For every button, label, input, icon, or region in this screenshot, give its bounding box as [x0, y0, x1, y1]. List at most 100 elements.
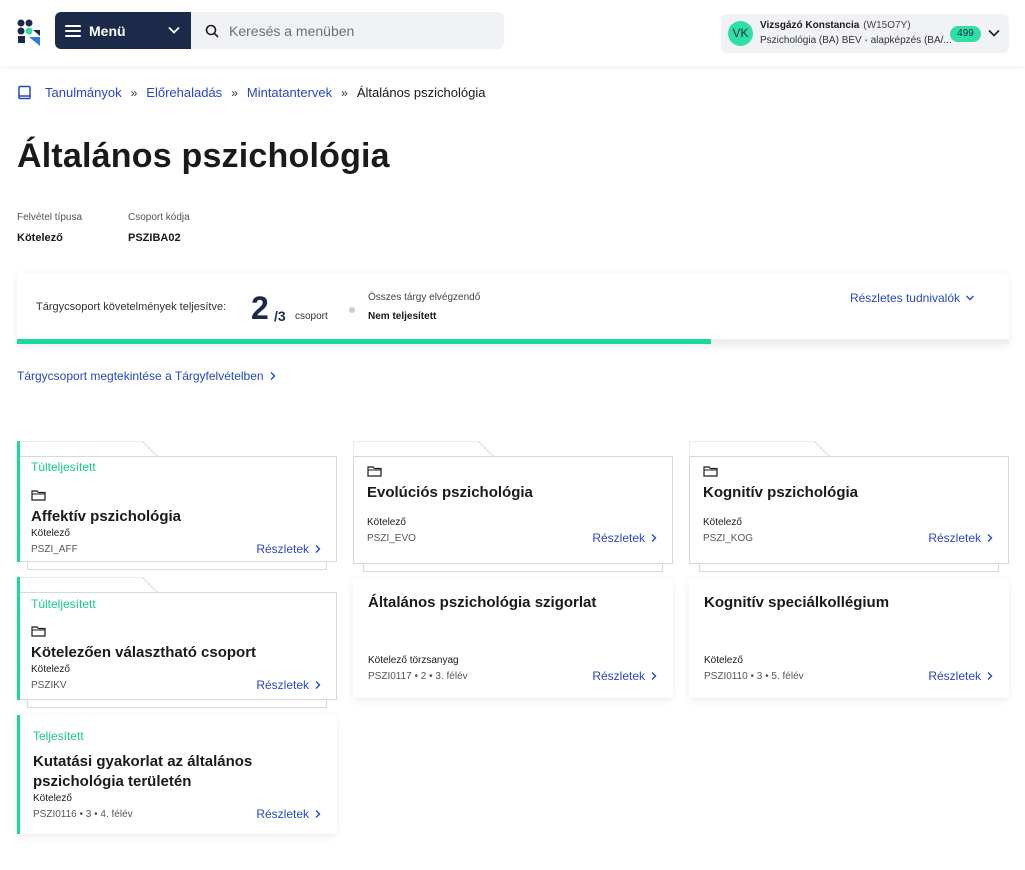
chevron-right-icon [651, 672, 657, 680]
details-link-label: Részletek [256, 678, 309, 692]
card-title: Általános pszichológia szigorlat [368, 594, 597, 611]
progress-total: /3 [274, 308, 286, 324]
subject-group-card[interactable]: Kognitív pszichológia Kötelező PSZI_KOG … [689, 441, 1009, 575]
breadcrumb-separator: » [130, 85, 138, 100]
chevron-right-icon [270, 372, 276, 380]
notification-badge[interactable]: 499 [950, 26, 981, 42]
card-code: PSZI_EVO [367, 533, 416, 544]
card-type: Kötelező [31, 528, 70, 539]
chevron-right-icon [987, 672, 993, 680]
details-link-label: Részletek [592, 531, 645, 545]
avatar: VK [728, 21, 753, 46]
folder-tab [17, 577, 159, 593]
progress-card: Tárgycsoport követelmények teljesítve: 2… [17, 273, 1009, 344]
card-stack [27, 700, 327, 708]
card-stack [363, 564, 663, 572]
details-link-label: Részletek [592, 669, 645, 683]
card-title: Kötelezően választható csoport [31, 644, 257, 661]
card-code: PSZI0116 • 3 • 4. félév [33, 809, 133, 820]
details-link[interactable]: Részletek [928, 669, 994, 683]
user-name: Vizsgázó Konstancia [760, 20, 860, 31]
subject-group-card[interactable]: Túlteljesített Affektív pszichológia Köt… [17, 441, 337, 570]
breadcrumb: Tanulmányok » Előrehaladás » Mintatanter… [17, 85, 485, 100]
folder-tab [689, 441, 831, 457]
card-title: Kognitív pszichológia [703, 484, 859, 501]
status-accent [17, 715, 20, 834]
details-link[interactable]: Részletek [256, 807, 322, 821]
details-link-label: Részletek [256, 807, 309, 821]
card-type: Kötelező [367, 517, 406, 528]
menu-label: Menü [89, 22, 126, 39]
user-name-line: Vizsgázó Konstancia (W15O7Y) [760, 20, 911, 31]
breadcrumb-separator: » [341, 85, 348, 100]
details-link[interactable]: Részletek [256, 542, 322, 556]
chevron-right-icon [315, 545, 321, 553]
card-stack [699, 564, 999, 572]
details-link[interactable]: Részletek [256, 678, 322, 692]
card-code: PSZI_KOG [703, 533, 754, 544]
card-title: Affektív pszichológia [31, 508, 182, 525]
search-input[interactable] [229, 22, 489, 39]
progress-label: Tárgycsoport követelmények teljesítve: [36, 301, 227, 313]
breadcrumb-item-elorehaladas[interactable]: Előrehaladás [146, 85, 222, 100]
group-code: Csoport kódja PSZIBA02 [128, 212, 190, 244]
subject-card[interactable]: Teljesített Kutatási gyakorlat az általá… [17, 715, 337, 834]
view-in-subject-registration-link[interactable]: Tárgycsoport megtekintése a Tárgyfelvéte… [17, 369, 277, 383]
card-type: Kötelező [704, 655, 743, 666]
breadcrumb-item-mintatantervek[interactable]: Mintatantervek [247, 85, 332, 100]
search-icon [205, 24, 219, 38]
user-menu[interactable]: VK Vizsgázó Konstancia (W15O7Y) Pszicholó… [721, 14, 1009, 53]
progress-bar [17, 339, 1009, 344]
details-link[interactable]: Részletek [592, 531, 658, 545]
group-code-value: PSZIBA02 [128, 232, 181, 244]
details-link-label: Részletek [928, 531, 981, 545]
app-logo-icon[interactable] [16, 18, 44, 48]
card-type: Kötelező [31, 664, 70, 675]
view-link-label: Tárgycsoport megtekintése a Tárgyfelvéte… [17, 369, 264, 383]
details-link-label: Részletek [928, 669, 981, 683]
card-code: PSZI0110 • 3 • 5. félév [704, 671, 804, 682]
subject-group-card[interactable]: Túlteljesített Kötelezően választható cs… [17, 577, 337, 708]
card-type: Kötelező törzsanyag [368, 655, 459, 666]
details-link[interactable]: Részletek [592, 669, 658, 683]
chevron-right-icon [315, 681, 321, 689]
status-accent [17, 441, 20, 562]
admission-type-value: Kötelező [17, 232, 63, 244]
separator-dot [349, 307, 355, 313]
book-icon [18, 85, 31, 100]
card-type: Kötelező [703, 517, 742, 528]
progress-bar-fill [17, 339, 712, 344]
breadcrumb-item-tanulmanyok[interactable]: Tanulmányok [45, 85, 122, 100]
group-code-label: Csoport kódja [128, 212, 190, 223]
subject-card[interactable]: Kognitív speciálkollégium Kötelező PSZI0… [689, 579, 1009, 698]
card-stack [27, 562, 327, 570]
card-body [353, 456, 673, 564]
progress-unit: csoport [295, 311, 328, 322]
subject-group-card[interactable]: Evolúciós pszichológia Kötelező PSZI_EVO… [353, 441, 673, 575]
card-title: Kutatási gyakorlat az általános pszichol… [33, 753, 253, 790]
chevron-right-icon [651, 534, 657, 542]
breadcrumb-current: Általános pszichológia [356, 85, 486, 100]
card-type: Kötelező [33, 793, 72, 804]
admission-type-label: Felvétel típusa [17, 212, 83, 223]
folder-icon [31, 490, 46, 501]
status-label: Túlteljesített [31, 460, 96, 474]
card-code: PSZI_AFF [31, 544, 78, 555]
card-code: PSZI0117 • 2 • 3. félév [368, 671, 468, 682]
status-label: Túlteljesített [31, 597, 96, 611]
all-subjects-value: Nem teljesített [368, 311, 437, 322]
chevron-down-icon [168, 26, 180, 34]
card-title: Evolúciós pszichológia [367, 484, 533, 501]
details-link[interactable]: Részletek [928, 531, 994, 545]
hamburger-icon [65, 24, 81, 37]
status-accent [17, 577, 20, 700]
page-title: Általános pszichológia [17, 137, 390, 175]
card-title: Kognitív speciálkollégium [704, 594, 890, 611]
folder-tab [17, 441, 159, 457]
menu-button[interactable]: Menü [55, 12, 191, 49]
card-code: PSZIKV [31, 680, 67, 691]
subject-card[interactable]: Általános pszichológia szigorlat Kötelez… [353, 579, 673, 698]
details-toggle[interactable]: Részletes tudnivalók [850, 291, 975, 305]
all-subjects-label: Összes tárgy elvégzendő [368, 292, 481, 303]
folder-icon [367, 466, 382, 477]
